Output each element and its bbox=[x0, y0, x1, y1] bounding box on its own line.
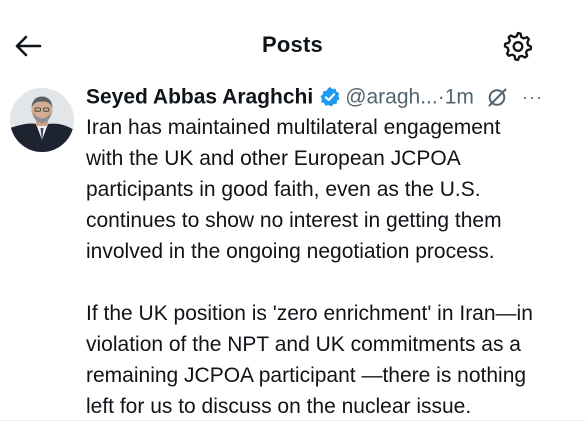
post[interactable]: Seyed Abbas Araghchi @aragh...·1m ··· Ir… bbox=[0, 80, 585, 420]
post-paragraph: Iran has maintained multilateral engagem… bbox=[86, 112, 576, 267]
post-text-line: remaining JCPOA participant —there is no… bbox=[86, 364, 527, 387]
top-bar: Posts bbox=[0, 0, 585, 88]
author-avatar[interactable] bbox=[10, 88, 74, 152]
post-text-line: participants in good faith, even as the … bbox=[86, 178, 481, 201]
post-text-line: with the UK and other European JCPOA bbox=[86, 147, 461, 170]
author-handle[interactable]: @aragh... bbox=[345, 85, 438, 108]
grok-icon[interactable] bbox=[486, 86, 508, 108]
author-name[interactable]: Seyed Abbas Araghchi bbox=[86, 85, 313, 108]
post-text-line: violation of the NPT and UK commitments … bbox=[86, 333, 521, 356]
post-timestamp[interactable]: 1m bbox=[445, 85, 474, 108]
post-paragraph: If the UK position is 'zero enrichment' … bbox=[86, 298, 576, 422]
more-options-button[interactable]: ··· bbox=[522, 82, 543, 112]
post-text-line: left for us to discuss on the nuclear is… bbox=[86, 395, 472, 418]
post-divider bbox=[0, 420, 585, 421]
post-text-line: If the UK position is 'zero enrichment' … bbox=[86, 302, 533, 325]
post-text-line: continues to show no interest in getting… bbox=[86, 209, 502, 232]
post-text: Iran has maintained multilateral engagem… bbox=[86, 112, 576, 422]
post-meta: Seyed Abbas Araghchi @aragh...·1m ··· bbox=[86, 82, 576, 112]
post-text-line: Iran has maintained multilateral engagem… bbox=[86, 116, 501, 139]
post-body: Seyed Abbas Araghchi @aragh...·1m ··· Ir… bbox=[86, 80, 576, 422]
avatar-photo bbox=[10, 88, 74, 152]
verified-badge-icon bbox=[320, 87, 340, 107]
post-text-line: involved in the ongoing negotiation proc… bbox=[86, 240, 495, 263]
gear-icon bbox=[503, 31, 533, 62]
settings-button[interactable] bbox=[498, 26, 538, 66]
meta-separator: · bbox=[437, 85, 445, 109]
